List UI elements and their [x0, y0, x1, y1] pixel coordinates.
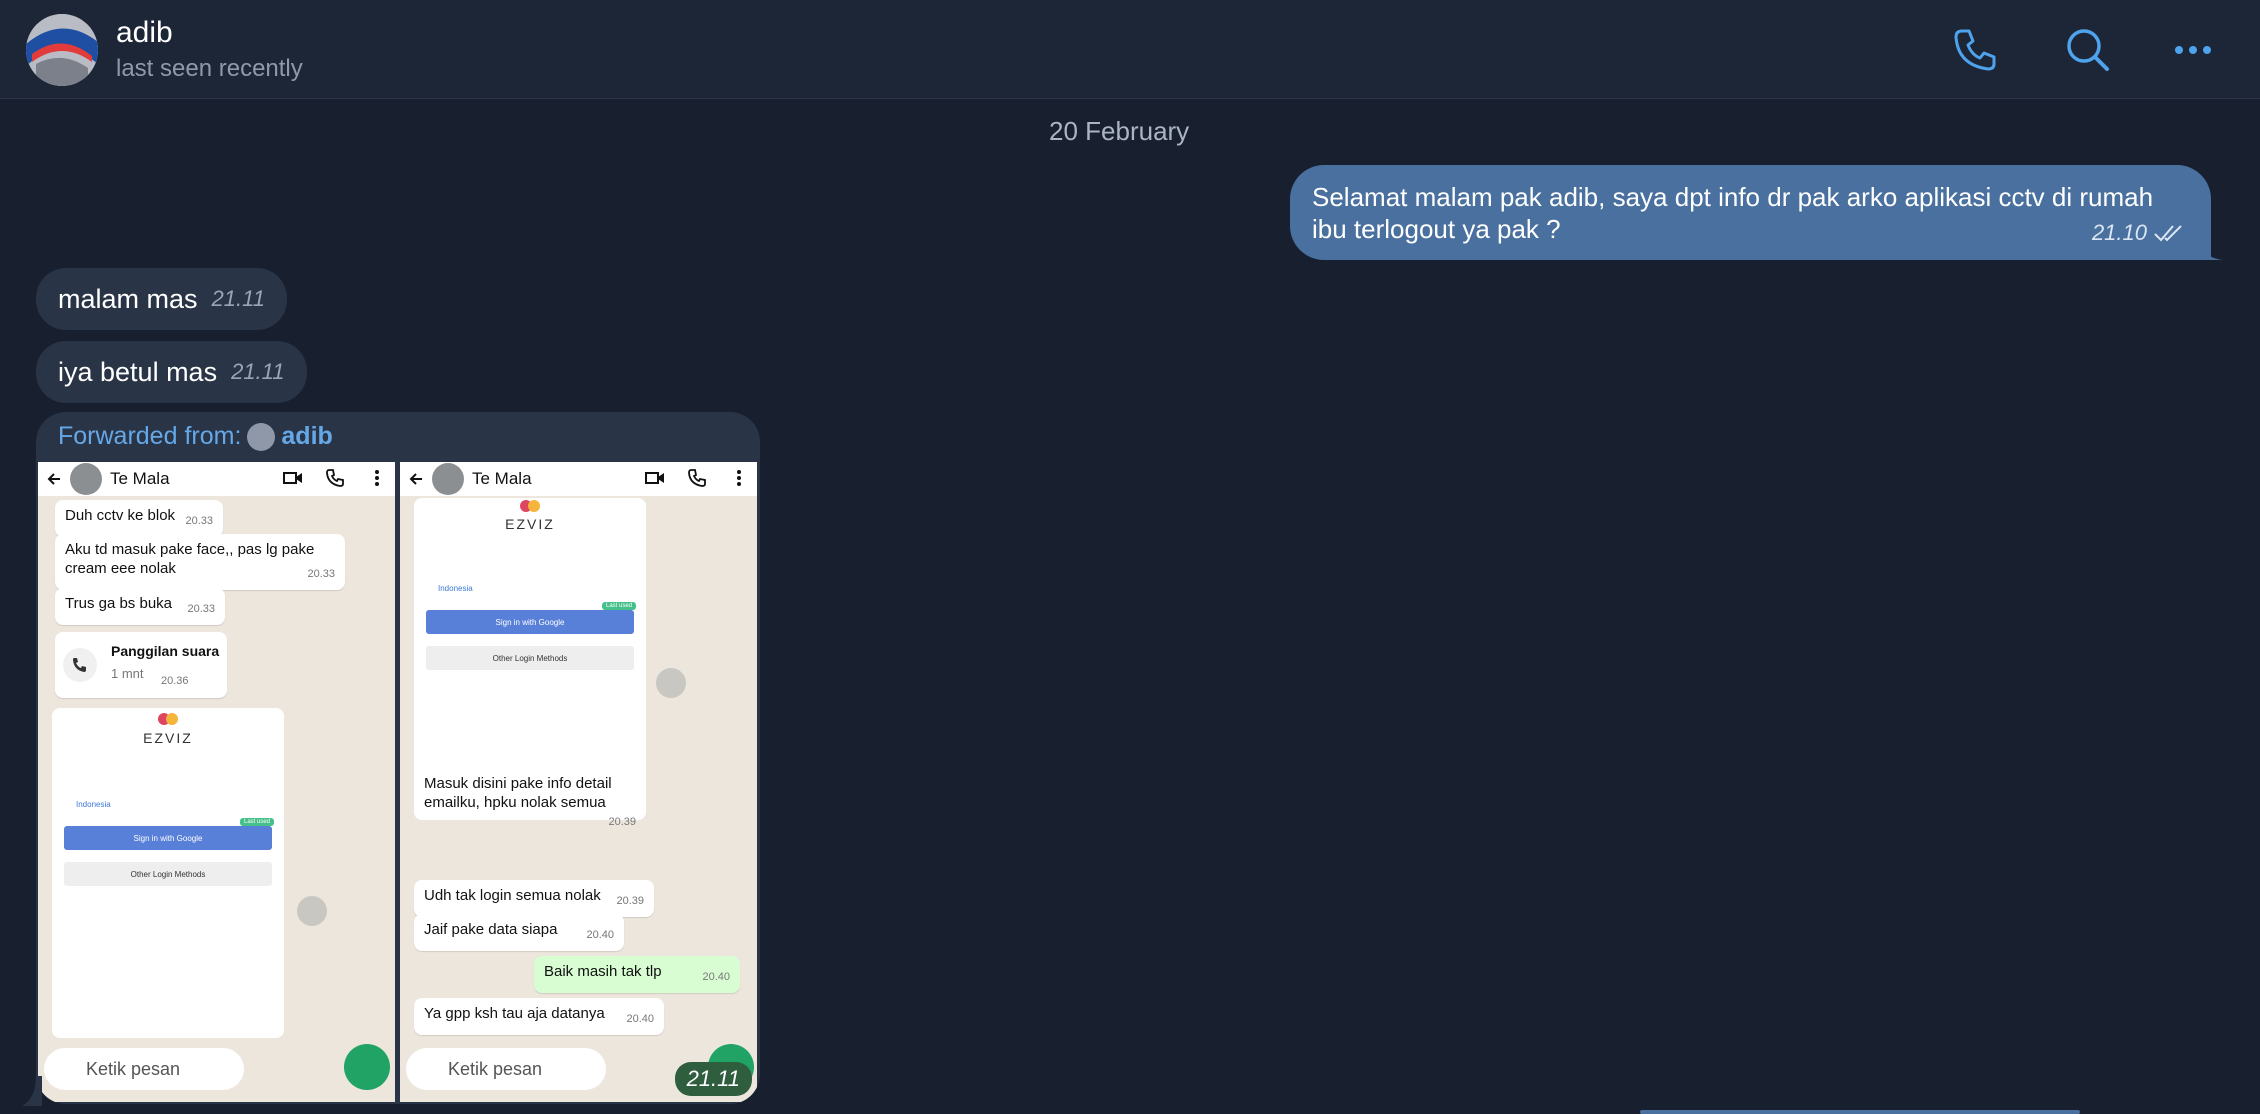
caption-time: 20.39: [608, 816, 636, 828]
ezviz-screenshot: EZVIZ Indonesia Last used Sign in with G…: [414, 498, 646, 828]
message-text: iya betul mas: [58, 356, 218, 387]
incoming-message[interactable]: iya betul mas 21.11: [36, 341, 307, 403]
message-meta: 21.10: [2092, 220, 2187, 246]
photo-caption: Masuk disini pake info detail emailku, h…: [424, 775, 612, 811]
message-time: 21.11: [231, 359, 285, 384]
wa-message: Trus ga bs buka 20.33: [55, 588, 225, 625]
wa-message-time: 20.40: [626, 1013, 654, 1025]
video-call-icon: [645, 472, 664, 484]
wa-message: Udh tak login semua nolak 20.39: [414, 880, 654, 917]
video-call-icon: [283, 472, 302, 484]
wa-message: Ya gpp ksh tau aja datanya 20.40: [414, 998, 664, 1035]
wa-header: Te Mala: [38, 462, 395, 496]
wa-header: Te Mala: [400, 462, 757, 496]
chat-header: adib last seen recently: [0, 0, 2260, 99]
date-separator: 20 February: [1049, 116, 1190, 146]
ezviz-last-used: Last used: [602, 602, 637, 610]
message-time: 21.11: [674, 1062, 752, 1096]
call-time: 20.36: [161, 675, 189, 687]
phone-icon: [326, 469, 344, 487]
wa-message: Jaif pake data siapa 20.40: [414, 914, 624, 951]
forwarded-from-name[interactable]: adib: [281, 422, 332, 451]
incoming-message[interactable]: malam mas 21.11: [36, 268, 287, 330]
wa-avatar: [70, 463, 102, 495]
ezviz-logo-icon: [520, 500, 540, 512]
wa-message-time: 20.33: [185, 515, 213, 527]
wa-message-text: Ya gpp ksh tau aja datanya: [424, 1005, 605, 1022]
wa-message-time: 20.33: [187, 603, 215, 615]
screenshot-image-right[interactable]: Te Mala EZVIZ Indonesia Last used Sign i…: [400, 462, 757, 1102]
wa-message-text: Jaif pake data siapa: [424, 921, 558, 938]
bubble-tail-icon: [22, 1076, 42, 1106]
ezviz-location: Indonesia: [438, 584, 473, 593]
forward-icon: [656, 668, 686, 698]
forwarded-photo-message[interactable]: Forwarded from: adib Te Mala Duh cctv ke…: [36, 412, 760, 1104]
forwarded-prefix: Forwarded from:: [58, 422, 242, 450]
wa-contact-name: Te Mala: [110, 469, 170, 488]
back-arrow-icon: [409, 473, 422, 485]
wa-message-outgoing: Baik masih tak tlp 20.40: [534, 956, 740, 993]
wa-message-time: 20.33: [307, 568, 335, 580]
message-text: malam mas: [58, 283, 198, 314]
wa-avatar: [432, 463, 464, 495]
message-text: Selamat malam pak adib, saya dpt info dr…: [1312, 182, 2154, 244]
wa-input: Ketik pesan: [44, 1048, 244, 1090]
ezviz-google-button: Sign in with Google: [64, 826, 272, 850]
bubble-tail-icon: [2199, 240, 2223, 260]
wa-input: Ketik pesan: [406, 1048, 606, 1090]
contact-name[interactable]: adib: [116, 16, 173, 50]
ezviz-logo-text: EZVIZ: [143, 730, 193, 746]
outgoing-message[interactable]: Selamat malam pak adib, saya dpt info dr…: [1290, 165, 2223, 260]
wa-message-text: Baik masih tak tlp: [544, 963, 662, 980]
wa-message-text: Udh tak login semua nolak: [424, 887, 601, 904]
more-icon[interactable]: [2168, 25, 2218, 75]
message-time: 21.11: [211, 286, 265, 311]
wa-message: Aku td masuk pake face,, pas lg pake cre…: [55, 534, 345, 590]
ezviz-last-used: Last used: [240, 818, 275, 826]
message-time: 21.10: [2091, 220, 2147, 245]
wa-message-text: Trus ga bs buka: [65, 595, 172, 612]
search-icon[interactable]: [2063, 25, 2113, 75]
forwarded-avatar: [247, 422, 276, 451]
screenshot-image-left[interactable]: Te Mala Duh cctv ke blok 20.33 Aku td mas…: [38, 462, 395, 1102]
menu-dots-icon: [737, 470, 741, 486]
forward-icon: [297, 896, 327, 926]
wa-message-time: 20.39: [616, 895, 644, 907]
ezviz-other-login: Other Login Methods: [426, 646, 634, 670]
wa-message-text: Aku td masuk pake face,, pas lg pake cre…: [65, 541, 315, 577]
ezviz-location: Indonesia: [76, 800, 111, 809]
wa-message-time: 20.40: [702, 971, 730, 983]
wa-contact-name: Te Mala: [472, 469, 532, 488]
ezviz-logo-icon: [158, 713, 178, 725]
phone-icon: [688, 469, 706, 487]
phone-icon[interactable]: [1950, 25, 2000, 75]
forwarded-header[interactable]: Forwarded from: adib: [58, 422, 333, 451]
wa-call-card: Panggilan suara 1 mnt 20.36: [55, 632, 227, 698]
wa-message-text: Duh cctv ke blok: [65, 507, 176, 524]
double-check-icon: [2154, 225, 2182, 242]
ezviz-screenshot: EZVIZ Indonesia Last used Sign in with G…: [52, 708, 284, 1038]
wa-message: Duh cctv ke blok 20.33: [55, 500, 223, 537]
call-title: Panggilan suara: [111, 643, 220, 659]
avatar-image-icon: [26, 14, 98, 86]
contact-avatar[interactable]: [26, 14, 98, 86]
ezviz-logo-text: EZVIZ: [505, 516, 555, 532]
ezviz-other-login: Other Login Methods: [64, 862, 272, 886]
wa-message-time: 20.40: [586, 929, 614, 941]
missed-call-icon: [63, 648, 97, 682]
contact-status: last seen recently: [116, 55, 303, 82]
mic-icon: [344, 1044, 390, 1090]
back-arrow-icon: [47, 473, 60, 485]
menu-dots-icon: [375, 470, 379, 486]
ezviz-google-button: Sign in with Google: [426, 610, 634, 634]
next-message-partial: [1640, 1110, 2080, 1114]
call-duration: 1 mnt: [111, 666, 144, 681]
